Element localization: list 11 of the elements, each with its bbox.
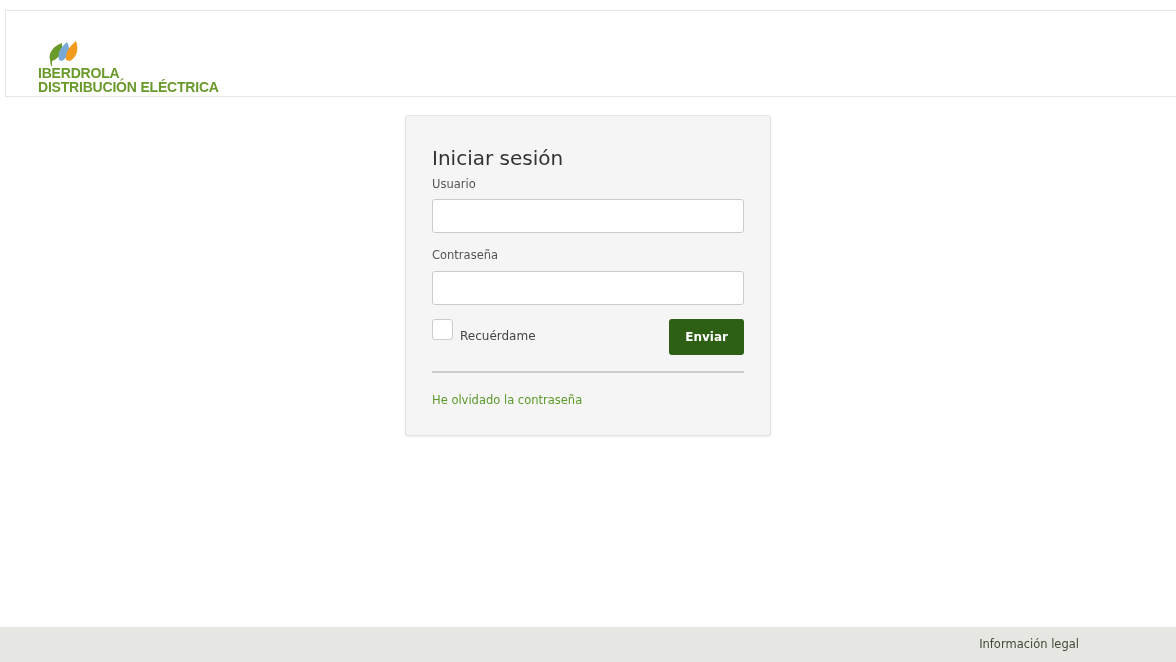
- login-title: Iniciar sesión: [432, 146, 565, 170]
- username-field[interactable]: [432, 199, 744, 234]
- remember-label: Recuérdame: [460, 327, 536, 345]
- remember-checkbox[interactable]: [432, 318, 453, 340]
- field-label: Usuario: [432, 176, 477, 193]
- password-field[interactable]: [432, 270, 744, 305]
- legal-info-link[interactable]: Información legal: [979, 635, 1079, 654]
- logo-text: DISTRIBUCIÓN ELÉCTRICA: [38, 80, 219, 94]
- submit-button[interactable]: Enviar: [669, 318, 744, 355]
- logo-text: IBERDROLA: [38, 66, 120, 80]
- field-label: Contraseña: [432, 247, 500, 265]
